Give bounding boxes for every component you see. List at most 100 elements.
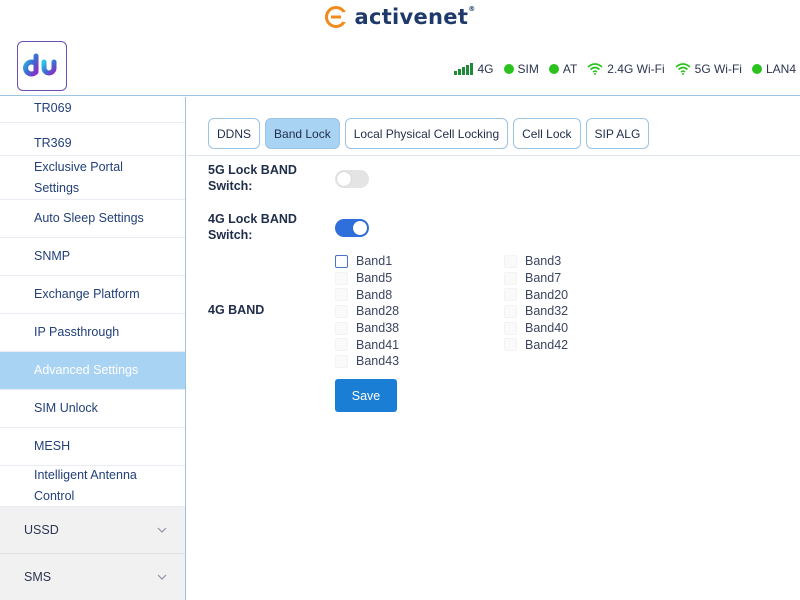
lock-4g-band-toggle[interactable] <box>335 219 369 237</box>
band-option: Band1 <box>335 253 399 270</box>
top-header: du 4G SIM AT 2.4G Wi-Fi 5G Wi-Fi <box>0 34 800 96</box>
band-label: Band8 <box>356 287 393 302</box>
band-checkbox[interactable] <box>335 338 348 352</box>
sidebar-item-tr069[interactable]: TR069 <box>0 97 185 123</box>
sidebar-group-label: USSD <box>24 523 59 537</box>
activenet-logo: activenet® <box>324 5 475 29</box>
wifi-icon <box>587 63 603 75</box>
tab-ddns[interactable]: DDNS <box>208 118 261 149</box>
tab-band-lock[interactable]: Band Lock <box>265 118 340 149</box>
tab-label: Band Lock <box>274 126 331 141</box>
band-checkbox[interactable] <box>335 288 348 302</box>
sidebar-item-intelligent-antenna-control[interactable]: Intelligent Antenna Control <box>0 466 185 507</box>
sidebar-item-label: Exclusive Portal Settings <box>34 159 123 195</box>
chevron-down-icon <box>157 574 167 580</box>
band-option: Band41 <box>335 336 399 353</box>
tab-sip-alg[interactable]: SIP ALG <box>585 118 650 149</box>
band-checkbox[interactable] <box>504 288 517 302</box>
band-label: Band28 <box>356 304 400 319</box>
sidebar-item-label: Auto Sleep Settings <box>34 211 144 225</box>
band-checkbox[interactable] <box>335 254 348 268</box>
band-option: Band7 <box>504 270 568 287</box>
du-logo-icon <box>23 53 57 77</box>
band-label: Band5 <box>356 271 393 286</box>
band-4g-label: 4G BAND <box>208 303 265 317</box>
band-label: Band3 <box>525 254 562 269</box>
sidebar-item-label: SNMP <box>34 249 71 263</box>
save-button[interactable]: Save <box>335 379 397 412</box>
band-label: Band41 <box>356 337 400 352</box>
status-label: 2.4G Wi-Fi <box>607 62 665 76</box>
band-label: Band43 <box>356 354 400 369</box>
status-at: AT <box>548 62 578 76</box>
sidebar: TR069 TR369 Exclusive Portal Settings Au… <box>0 97 186 600</box>
band-label: Band40 <box>525 321 569 336</box>
status-4g: 4G <box>454 62 494 76</box>
sidebar-item-label: IP Passthrough <box>34 325 120 339</box>
sidebar-item-mesh[interactable]: MESH <box>0 428 185 466</box>
toggle-knob <box>337 172 351 186</box>
chevron-down-icon <box>157 527 167 533</box>
tab-label: SIP ALG <box>594 126 641 141</box>
band-list-left: Band1 Band5 Band8 Band28 Band38 Band41 B… <box>335 253 399 370</box>
band-checkbox[interactable] <box>504 254 517 268</box>
band-option: Band20 <box>504 286 568 303</box>
band-option: Band5 <box>335 270 399 287</box>
status-label: LAN4 <box>765 62 796 76</box>
status-wifi-24: 2.4G Wi-Fi <box>587 62 665 76</box>
sidebar-item-auto-sleep-settings[interactable]: Auto Sleep Settings <box>0 200 185 238</box>
toggle-knob <box>353 221 367 235</box>
tab-cell-lock[interactable]: Cell Lock <box>513 118 581 149</box>
band-checkbox[interactable] <box>335 354 348 368</box>
status-dot-icon <box>503 64 514 74</box>
status-lan4: LAN4 <box>751 62 796 76</box>
sidebar-item-tr369[interactable]: TR369 <box>0 123 185 156</box>
band-option: Band43 <box>335 353 399 370</box>
band-label: Band42 <box>525 337 569 352</box>
band-option: Band28 <box>335 303 399 320</box>
band-checkbox[interactable] <box>504 321 517 335</box>
sidebar-item-ip-passthrough[interactable]: IP Passthrough <box>0 314 185 352</box>
band-checkbox[interactable] <box>504 304 517 318</box>
activenet-wordmark: activenet® <box>354 5 476 29</box>
band-option: Band32 <box>504 303 568 320</box>
band-checkbox[interactable] <box>335 321 348 335</box>
activenet-watermark: activenet® <box>0 0 800 34</box>
band-checkbox[interactable] <box>335 304 348 318</box>
band-label: Band32 <box>525 304 569 319</box>
band-option: Band8 <box>335 286 399 303</box>
lock-5g-band-label: 5G Lock BAND Switch: <box>208 163 297 193</box>
sidebar-group-ussd[interactable]: USSD <box>0 507 185 554</box>
sidebar-group-sms[interactable]: SMS <box>0 554 185 600</box>
tab-label: DDNS <box>217 126 252 141</box>
status-label: 5G Wi-Fi <box>694 62 742 76</box>
sidebar-item-exchange-platform[interactable]: Exchange Platform <box>0 276 185 314</box>
status-label: AT <box>562 62 578 76</box>
du-logo[interactable]: du <box>17 41 67 91</box>
signal-icon <box>454 63 474 75</box>
lock-5g-band-toggle[interactable] <box>335 170 369 188</box>
band-checkbox[interactable] <box>504 271 517 285</box>
sidebar-item-snmp[interactable]: SNMP <box>0 238 185 276</box>
sidebar-item-label: TR069 <box>34 100 72 115</box>
sidebar-item-label: TR369 <box>34 135 72 150</box>
band-label: Band20 <box>525 287 569 302</box>
band-checkbox[interactable] <box>335 271 348 285</box>
tab-label: Local Physical Cell Locking <box>353 126 500 141</box>
sidebar-item-advanced-settings[interactable]: Advanced Settings <box>0 352 185 390</box>
band-label: Band1 <box>356 254 393 269</box>
sidebar-item-label: Intelligent Antenna Control <box>34 468 137 503</box>
tab-local-physical-cell-locking[interactable]: Local Physical Cell Locking <box>344 118 509 149</box>
band-option: Band40 <box>504 320 568 337</box>
band-list-right: Band3 Band7 Band20 Band32 Band40 Band42 <box>504 253 568 353</box>
sidebar-item-label: Advanced Settings <box>34 363 139 377</box>
band-checkbox[interactable] <box>504 338 517 352</box>
status-dot-icon <box>751 64 762 74</box>
sidebar-item-sim-unlock[interactable]: SIM Unlock <box>0 390 185 428</box>
wifi-icon <box>675 63 691 75</box>
sidebar-item-exclusive-portal-settings[interactable]: Exclusive Portal Settings <box>0 156 185 200</box>
sidebar-item-label: Exchange Platform <box>34 287 140 301</box>
status-label: 4G <box>477 62 494 76</box>
status-wifi-5g: 5G Wi-Fi <box>675 62 742 76</box>
lock-4g-band-label: 4G Lock BAND Switch: <box>208 212 297 242</box>
